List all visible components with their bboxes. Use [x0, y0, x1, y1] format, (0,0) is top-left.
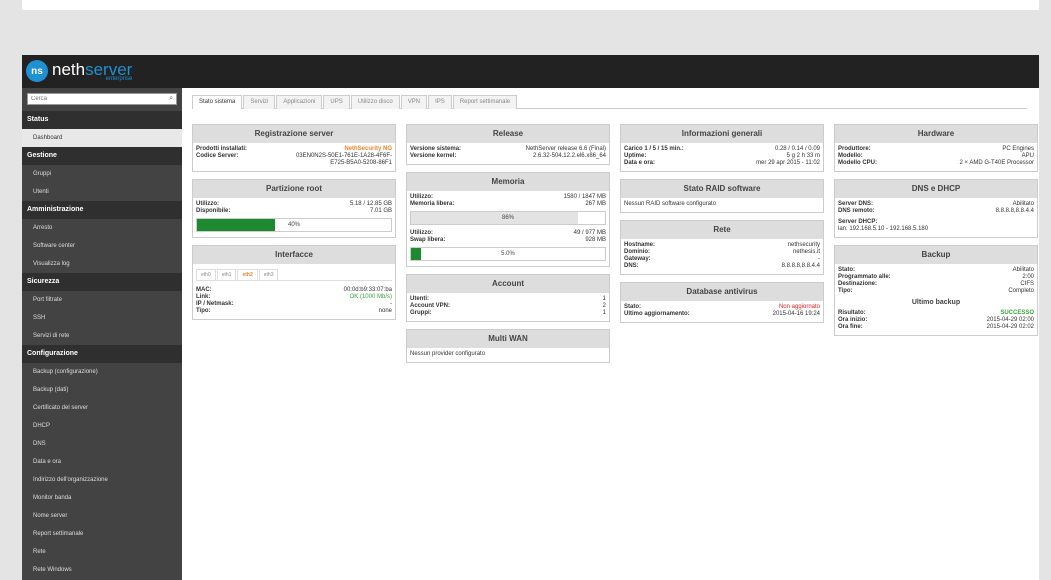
sidebar-item-rete[interactable]: Rete — [22, 543, 182, 561]
sidebar-item-data-ora[interactable]: Data e ora — [22, 453, 182, 471]
logo-icon: ns — [26, 60, 48, 82]
tab-applicazioni[interactable]: Applicazioni — [276, 95, 323, 109]
tab-vpn[interactable]: VPN — [400, 95, 428, 109]
panel-network: Rete Hostname: nethsecurity Dominio: nethe… — [620, 220, 824, 275]
swap-usage-bar: 5.0% — [410, 247, 606, 261]
panel-account: Account Utenti: 1 Account VPN: 2 Gruppi: 1 — [406, 274, 610, 322]
memory-usage-bar: 86% — [410, 211, 606, 225]
sidebar-item-arresto[interactable]: Arresto — [22, 219, 182, 237]
backdrop-left — [0, 0, 22, 580]
sidebar-item-servizi-rete[interactable]: Servizi di rete — [22, 327, 182, 345]
tab-bar: Stato sistema Servizi Applicazioni UPS U… — [192, 95, 1027, 109]
panel-raid: Stato RAID software Nessun RAID software… — [620, 179, 824, 213]
sidebar-item-ssh[interactable]: SSH — [22, 309, 182, 327]
sidebar-item-dns[interactable]: DNS — [22, 435, 182, 453]
sidebar-item-port-filtrate[interactable]: Port filtrate — [22, 291, 182, 309]
panel-title: Backup — [835, 246, 1037, 264]
tab-report-settimanale[interactable]: Report settimanale — [452, 95, 518, 109]
panel-title: Memoria — [407, 173, 609, 191]
panel-title: Registrazione server — [193, 125, 395, 143]
link-status: OK (1000 Mb/s) — [349, 294, 392, 300]
panel-title: Interfacce — [193, 246, 395, 264]
sidebar-item-backup-dati[interactable]: Backup (dati) — [22, 381, 182, 399]
sidebar-item-dashboard[interactable]: Dashboard — [22, 129, 182, 147]
panel-general-info: Informazioni generali Carico 1 / 5 / 15 … — [620, 124, 824, 172]
disk-usage-text: 40% — [287, 222, 300, 228]
tab-eth2[interactable]: eth2 — [237, 269, 258, 280]
panel-title: DNS e DHCP — [835, 180, 1037, 198]
tab-eth1[interactable]: eth1 — [216, 269, 237, 280]
column-2: Release Versione sistema: NethServer rele… — [406, 124, 610, 370]
search-input[interactable] — [28, 94, 158, 104]
panel-title: Account — [407, 275, 609, 293]
tab-ups[interactable]: UPS — [323, 95, 350, 109]
panel-title: Informazioni generali — [621, 125, 823, 143]
interface-tabs: eth0 eth1 eth2 eth3 — [196, 269, 392, 281]
sidebar-item-visualizza-log[interactable]: Visualizza log — [22, 255, 182, 273]
logo-name-1: neth — [52, 59, 86, 79]
sidebar-section-gestione: Gestione — [22, 147, 182, 165]
sidebar-item-indirizzo[interactable]: Indirizzo dell'organizzazione — [22, 471, 182, 489]
column-4: Hardware Produttore: PC Engines Modello: A… — [834, 124, 1038, 343]
tab-eth0[interactable]: eth0 — [196, 269, 216, 280]
sidebar: ⌕ Status Dashboard Gestione Gruppi Utent… — [22, 88, 182, 580]
app-header: ns nethserver enterprise — [22, 55, 1039, 88]
tab-eth3[interactable]: eth3 — [258, 269, 279, 280]
antivirus-status: Non aggiornato — [778, 304, 820, 310]
sidebar-item-gruppi[interactable]: Gruppi — [22, 165, 182, 183]
sidebar-item-monitor-banda[interactable]: Monitor banda — [22, 489, 182, 507]
panel-title: Partizione root — [193, 180, 395, 198]
tab-utilizzo-disco[interactable]: Utilizzo disco — [350, 95, 400, 109]
panel-dns-dhcp: DNS e DHCP Server DNS: Abilitato DNS remo… — [834, 179, 1038, 238]
backup-result: SUCCESSO — [1000, 310, 1034, 316]
main-content: Stato sistema Servizi Applicazioni UPS U… — [182, 88, 1039, 580]
sidebar-section-sicurezza: Sicurezza — [22, 273, 182, 291]
search-box: ⌕ — [27, 93, 177, 105]
panel-title: Database antivirus — [621, 283, 823, 301]
sidebar-section-amministrazione: Amministrazione — [22, 201, 182, 219]
column-3: Informazioni generali Carico 1 / 5 / 15 … — [620, 124, 824, 330]
search-icon[interactable]: ⌕ — [169, 95, 173, 103]
panel-title: Release — [407, 125, 609, 143]
memory-usage-text: 86% — [501, 215, 514, 221]
sidebar-item-utenti[interactable]: Utenti — [22, 183, 182, 201]
panel-release: Release Versione sistema: NethServer rele… — [406, 124, 610, 165]
sidebar-item-backup-config[interactable]: Backup (configurazione) — [22, 363, 182, 381]
panel-interfaces: Interfacce eth0 eth1 eth2 eth3 MAC: 00:0d… — [192, 245, 396, 320]
sidebar-section-status: Status — [22, 111, 182, 129]
logo[interactable]: ns nethserver enterprise — [26, 60, 132, 82]
sidebar-item-certificato[interactable]: Certificato del server — [22, 399, 182, 417]
sidebar-item-dhcp[interactable]: DHCP — [22, 417, 182, 435]
tab-servizi[interactable]: Servizi — [243, 95, 276, 109]
panel-title: Multi WAN — [407, 330, 609, 348]
panel-antivirus: Database antivirus Stato: Non aggiornato … — [620, 282, 824, 323]
last-backup-heading: Ultimo backup — [911, 299, 961, 306]
panel-title: Rete — [621, 221, 823, 239]
tab-ips[interactable]: IPS — [428, 95, 452, 109]
products-value: NethSecurity NG — [344, 146, 392, 152]
server-code-2: E725-B5A0-5208-86F1 — [330, 160, 392, 166]
panel-hardware: Hardware Produttore: PC Engines Modello: A… — [834, 124, 1038, 172]
panel-title: Stato RAID software — [621, 180, 823, 198]
column-1: Registrazione server Prodotti installati… — [192, 124, 396, 327]
sidebar-item-rete-windows[interactable]: Rete Windows — [22, 561, 182, 579]
server-code-1: 03EN0N2S-50E1-761E-1A28-4F6F- — [295, 153, 392, 159]
panel-registration: Registrazione server Prodotti installati… — [192, 124, 396, 172]
sidebar-nav: Status Dashboard Gestione Gruppi Utenti … — [22, 111, 182, 579]
backdrop-band — [0, 10, 1051, 55]
swap-usage-text: 5.0% — [501, 251, 515, 257]
sidebar-section-configurazione: Configurazione — [22, 345, 182, 363]
panel-title: Hardware — [835, 125, 1037, 143]
disk-usage-bar: 40% — [196, 218, 392, 232]
backdrop-white — [0, 0, 345, 10]
panel-root-partition: Partizione root Utilizzo: 5.18 / 12.85 GB… — [192, 179, 396, 238]
panel-memory: Memoria Utilizzo: 1580 / 1847 MB Memoria … — [406, 172, 610, 267]
tab-stato-sistema[interactable]: Stato sistema — [192, 95, 243, 109]
panel-multiwan: Multi WAN Nessun provider configurato — [406, 329, 610, 363]
panel-backup: Backup Stato: Abilitato Programmato alle:… — [834, 245, 1038, 336]
backdrop-right — [1039, 0, 1051, 580]
sidebar-item-nome-server[interactable]: Nome server — [22, 507, 182, 525]
sidebar-item-software-center[interactable]: Software center — [22, 237, 182, 255]
sidebar-item-report[interactable]: Report settimanale — [22, 525, 182, 543]
